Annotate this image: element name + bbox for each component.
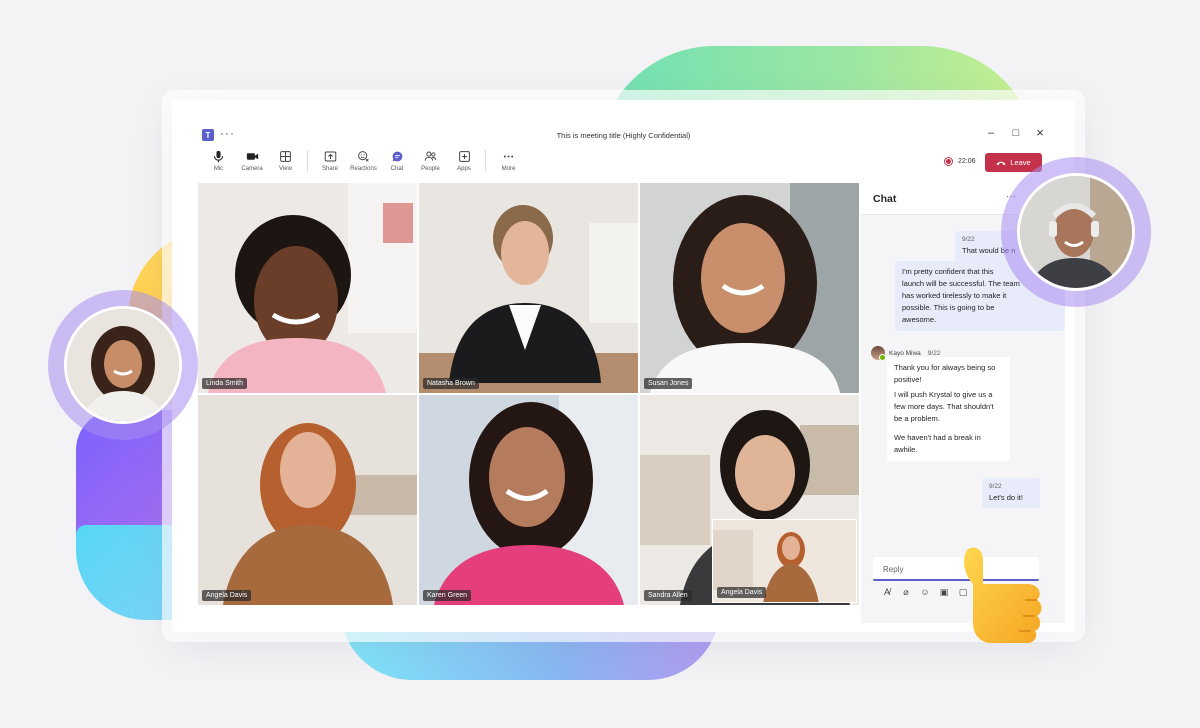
reactions-icon	[358, 151, 369, 162]
chat-title: Chat	[873, 193, 897, 205]
people-button[interactable]: People	[414, 150, 447, 178]
avatar	[871, 346, 886, 361]
people-label: People	[421, 166, 440, 172]
view-label: View	[279, 166, 292, 172]
message-line: I will push Krystal to give us a	[894, 390, 993, 399]
floating-participant-right	[1001, 157, 1151, 307]
sender-name: Kayo Miwa	[889, 349, 921, 357]
floating-participant-left	[48, 290, 198, 440]
apps-icon	[458, 151, 470, 162]
avatar	[64, 306, 182, 424]
participant-name: Linda Smith	[202, 378, 247, 389]
thumbs-up-emoji-icon	[964, 547, 1042, 643]
message-timestamp: 9/22	[927, 349, 941, 357]
maximize-button[interactable]: □	[1009, 127, 1023, 139]
meeting-toolbar: Mic Camera View Share Reactions Chat Peo…	[202, 150, 526, 178]
toolbar-divider	[306, 150, 308, 172]
more-label: More	[501, 166, 516, 172]
chat-icon	[392, 151, 402, 162]
chat-message-other: We haven't had a break in awhile.	[887, 428, 1010, 461]
participant-tile[interactable]: Angela Davis	[198, 395, 417, 605]
participant-name: Sandra Allen	[644, 590, 692, 601]
participant-tile[interactable]: Karen Green	[419, 395, 638, 605]
meeting-timer: 22:06	[958, 158, 976, 165]
chat-label: Chat	[390, 166, 404, 172]
participant-video	[419, 395, 638, 605]
mic-label: Mic	[213, 166, 224, 172]
participant-video	[198, 183, 417, 393]
mic-button[interactable]: Mic	[202, 150, 235, 178]
share-label: Share	[321, 166, 338, 172]
grid-icon	[280, 151, 291, 162]
close-button[interactable]: ×	[1033, 125, 1047, 140]
message-line: be a problem.	[894, 414, 940, 423]
message-line: Thank you for always being so	[894, 363, 996, 372]
message-line: We haven't had a break in	[894, 433, 981, 442]
people-icon	[424, 151, 437, 161]
participant-video	[419, 183, 638, 393]
gif-icon[interactable]: ▣	[938, 587, 950, 598]
format-icon[interactable]: A̸	[881, 587, 893, 598]
apps-button[interactable]: Apps	[448, 150, 481, 178]
meeting-window: T ··· This is meeting title (Highly Conf…	[172, 100, 1075, 632]
camera-label: Camera	[241, 166, 263, 172]
leave-label: Leave	[1010, 158, 1031, 167]
mic-icon	[213, 150, 224, 163]
message-text: Let's do it!	[989, 493, 1023, 502]
message-line: awesome.	[902, 315, 937, 324]
chat-message-self: 9/22 Let's do it!	[982, 478, 1040, 508]
participant-tile[interactable]: Linda Smith	[198, 183, 417, 393]
participant-name: Susan Jones	[644, 378, 693, 389]
participant-name: Natasha Brown	[423, 378, 479, 389]
chat-message-other: I will push Krystal to give us a few mor…	[887, 386, 1010, 430]
attach-icon[interactable]: ⌀	[900, 587, 912, 598]
more-icon	[503, 155, 514, 158]
meeting-title: This is meeting title (Highly Confidenti…	[556, 131, 691, 140]
message-timestamp: 9/22	[989, 483, 1002, 490]
reactions-label: Reactions	[350, 166, 377, 172]
self-view-pip[interactable]: Angela Davis	[712, 519, 857, 603]
message-line: positive!	[894, 375, 922, 384]
participant-photo	[1020, 176, 1132, 288]
participant-photo	[67, 309, 179, 421]
reactions-button[interactable]: Reactions	[347, 150, 380, 178]
toolbar-divider	[485, 150, 486, 172]
participant-video	[198, 395, 417, 605]
participant-video	[640, 183, 859, 393]
participant-tile[interactable]: Natasha Brown	[419, 183, 638, 393]
message-line: awhile.	[894, 445, 918, 454]
participant-name: Angela Davis	[202, 590, 252, 601]
share-button[interactable]: Share	[314, 150, 347, 178]
recording-icon	[944, 157, 953, 166]
participant-name: Karen Green	[423, 590, 472, 601]
view-button[interactable]: View	[269, 150, 302, 178]
message-line: few more days. That shouldn't	[894, 402, 994, 411]
pip-name: Angela Davis	[717, 587, 767, 598]
avatar	[1017, 173, 1135, 291]
share-icon	[324, 151, 336, 162]
participant-tile[interactable]: Susan Jones	[640, 183, 859, 393]
video-grid: Linda Smith Natasha Brown Susan Jones An…	[198, 183, 859, 605]
minimize-button[interactable]: –	[984, 127, 998, 139]
chat-button[interactable]: Chat	[381, 150, 414, 178]
camera-icon	[246, 153, 258, 160]
emoji-icon[interactable]: ☺	[919, 587, 931, 598]
apps-label: Apps	[457, 166, 471, 172]
phone-hangup-icon	[996, 161, 1006, 165]
participant-tile[interactable]: Sandra Allen Angela Davis	[640, 395, 859, 605]
camera-button[interactable]: Camera	[236, 150, 269, 178]
more-button[interactable]: More	[492, 150, 525, 178]
message-line: possible. This is going to be	[902, 303, 995, 312]
